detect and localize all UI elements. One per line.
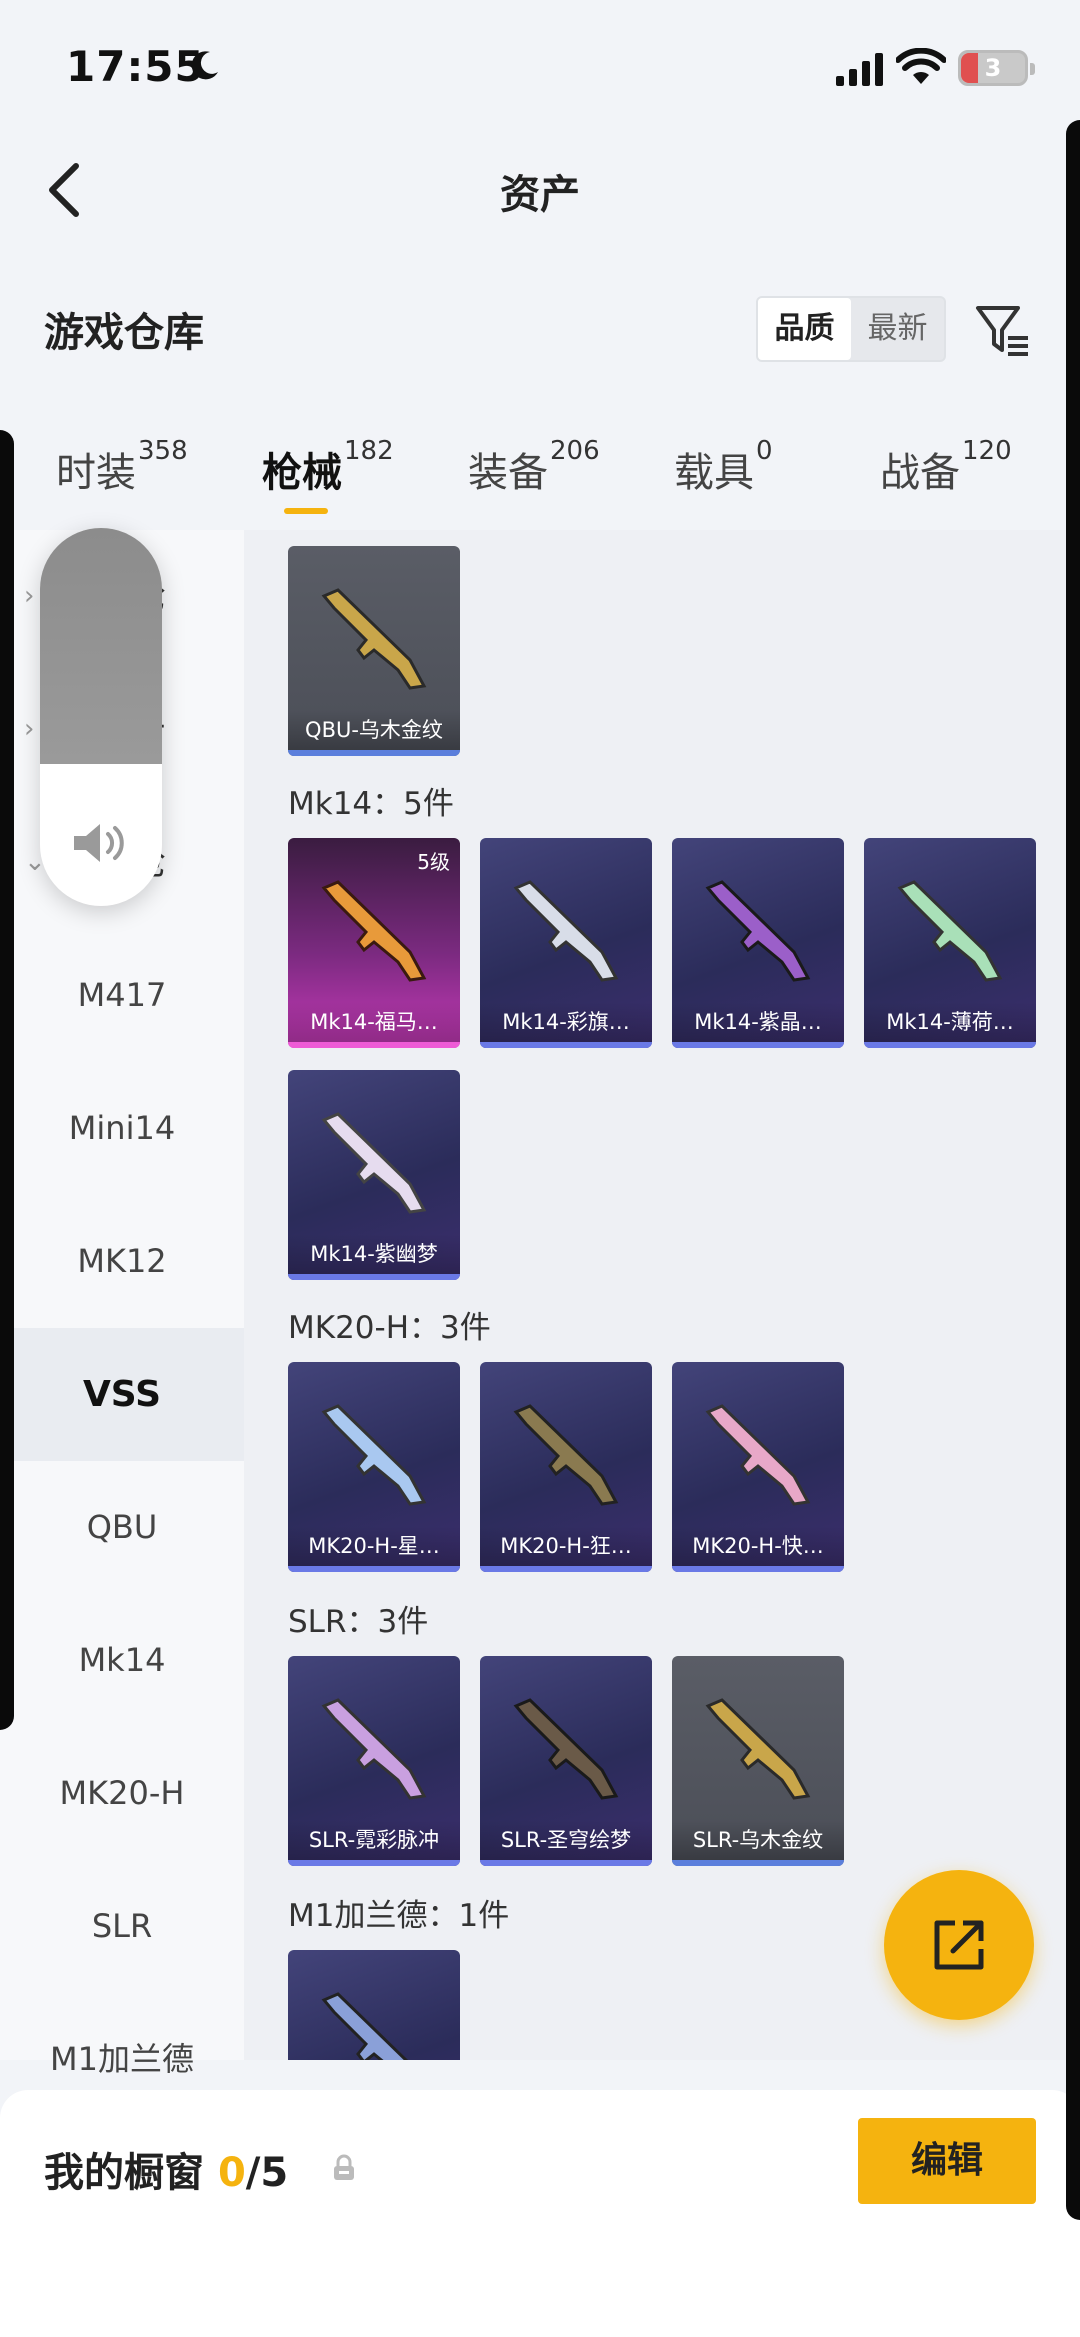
- skin-name: QBU-乌木金纹: [288, 710, 460, 750]
- edit-button[interactable]: 编辑: [858, 2118, 1036, 2204]
- skin-name: Mk14-薄荷…: [864, 1002, 1036, 1042]
- sidebar-item-qbu[interactable]: QBU: [0, 1461, 244, 1594]
- sidebar-item-mini14[interactable]: Mini14: [0, 1062, 244, 1195]
- moon-icon: [191, 51, 218, 80]
- skin-card[interactable]: QBU-乌木金纹: [288, 546, 460, 756]
- tab-label: 装备: [468, 450, 548, 496]
- sidebar-item-mk20h[interactable]: MK20-H: [0, 1727, 244, 1860]
- sidebar-item-m417[interactable]: M417: [0, 929, 244, 1062]
- skin-name: Mk14-紫幽梦: [288, 1234, 460, 1274]
- screen-edge: [0, 430, 14, 1730]
- skin-name: MK20-H-狂…: [480, 1526, 652, 1566]
- skin-card[interactable]: Mk14-紫幽梦: [288, 1070, 460, 1280]
- rifle-icon: [321, 1992, 409, 2060]
- sidebar-item-mk12[interactable]: MK12: [0, 1195, 244, 1328]
- warehouse-title: 游戏仓库: [44, 310, 204, 356]
- volume-level: [40, 528, 162, 764]
- tab-vehicles[interactable]: 载具0: [674, 436, 773, 498]
- status-bar: 17:55 3: [0, 0, 1080, 130]
- rifle-icon: [705, 880, 811, 982]
- skin-name: SLR-乌木金纹: [672, 1820, 844, 1860]
- status-time: 17:55: [66, 42, 205, 91]
- showcase-bar: 我的橱窗 0/5 编辑: [0, 2090, 1080, 2337]
- skin-card[interactable]: SLR-圣穹绘梦: [480, 1656, 652, 1866]
- speaker-icon: [74, 824, 124, 862]
- tab-label: 时装: [56, 450, 136, 496]
- skin-name: MK20-H-快…: [672, 1526, 844, 1566]
- share-button[interactable]: [884, 1870, 1034, 2020]
- group-label-mk20h: MK20-H：3件: [288, 1310, 491, 1346]
- tab-label: 载具: [674, 450, 754, 496]
- skin-card[interactable]: SLR-霓彩脉冲: [288, 1656, 460, 1866]
- skin-name: SLR-霓彩脉冲: [288, 1820, 460, 1860]
- skin-card[interactable]: MK20-H-快…: [672, 1362, 844, 1572]
- signal-icon: [836, 53, 883, 86]
- showcase-total: /5: [245, 2150, 289, 2196]
- chevron-right-icon: ›: [24, 714, 35, 744]
- rifle-icon: [705, 1698, 811, 1800]
- tab-count: 182: [344, 436, 394, 466]
- tab-count: 0: [756, 436, 773, 466]
- rifle-icon: [513, 880, 619, 982]
- rifle-icon: [321, 1112, 427, 1214]
- rifle-icon: [897, 880, 1003, 982]
- chevron-right-icon: ›: [24, 581, 35, 611]
- rifle-icon: [321, 1404, 427, 1506]
- skin-card[interactable]: MK20-H-星…: [288, 1362, 460, 1572]
- skin-name: Mk14-福马…: [288, 1002, 460, 1042]
- battery-level: 3: [984, 54, 1002, 82]
- tab-count: 206: [550, 436, 600, 466]
- skin-card[interactable]: Mk14-彩旗…: [480, 838, 652, 1048]
- rifle-icon: [705, 1404, 811, 1506]
- tab-supplies[interactable]: 战备120: [880, 436, 1012, 498]
- rifle-icon: [513, 1404, 619, 1506]
- category-tabs: 时装358 枪械182 装备206 载具0 战备120: [0, 430, 1080, 530]
- tab-fashion[interactable]: 时装358: [56, 436, 188, 498]
- rifle-icon: [513, 1698, 619, 1800]
- active-tab-indicator: [284, 508, 328, 514]
- rifle-icon: [321, 880, 427, 982]
- skin-card[interactable]: Mk14-紫晶…: [672, 838, 844, 1048]
- skin-card[interactable]: Mk14-薄荷…: [864, 838, 1036, 1048]
- group-label-mk14: Mk14：5件: [288, 786, 454, 822]
- assets-screen: 17:55 3 资产 游戏仓库 品质 最新 时装358 枪械182 装备206 …: [0, 0, 1080, 2337]
- tab-weapons[interactable]: 枪械182: [262, 436, 394, 498]
- skin-card[interactable]: 5级 Mk14-福马…: [288, 838, 460, 1048]
- page-title: 资产: [500, 172, 580, 218]
- showcase-used-count: 0: [217, 2150, 246, 2196]
- skin-card[interactable]: [288, 1950, 460, 2060]
- skin-card[interactable]: MK20-H-狂…: [480, 1362, 652, 1572]
- sort-toggle: 品质 最新: [756, 296, 946, 362]
- volume-overlay[interactable]: [40, 528, 162, 906]
- sidebar-item-vss[interactable]: VSS: [0, 1328, 244, 1461]
- rifle-icon: [321, 588, 427, 690]
- group-label-slr: SLR：3件: [288, 1604, 429, 1640]
- sidebar-item-slr[interactable]: SLR: [0, 1860, 244, 1993]
- skin-card[interactable]: SLR-乌木金纹: [672, 1656, 844, 1866]
- tab-count: 120: [962, 436, 1012, 466]
- tab-label: 战备: [880, 450, 960, 496]
- skin-name: MK20-H-星…: [288, 1526, 460, 1566]
- tab-equipment[interactable]: 装备206: [468, 436, 600, 498]
- sort-quality-button[interactable]: 品质: [758, 298, 851, 360]
- lock-icon: [334, 2154, 354, 2180]
- screen-edge: [1066, 120, 1080, 2220]
- rifle-icon: [321, 1698, 427, 1800]
- skin-name: Mk14-彩旗…: [480, 1002, 652, 1042]
- tab-label: 枪械: [262, 450, 342, 496]
- skin-name: Mk14-紫晶…: [672, 1002, 844, 1042]
- sidebar-item-mk14[interactable]: Mk14: [0, 1594, 244, 1727]
- skin-name: SLR-圣穹绘梦: [480, 1820, 652, 1860]
- showcase-title: 我的橱窗: [44, 2150, 204, 2196]
- wifi-icon: [896, 48, 946, 84]
- tab-count: 358: [138, 436, 188, 466]
- battery-indicator: 3: [958, 50, 1035, 86]
- share-icon: [934, 1920, 984, 1970]
- filter-icon[interactable]: [972, 300, 1032, 360]
- group-label-m1-garand: M1加兰德：1件: [288, 1898, 510, 1934]
- weapon-skin-grid: QBU-乌木金纹 Mk14：5件 5级 Mk14-福马… Mk14-彩旗… Mk…: [244, 530, 1080, 2060]
- sort-latest-button[interactable]: 最新: [851, 298, 944, 360]
- showcase-label: 我的橱窗 0/5: [44, 2140, 288, 2198]
